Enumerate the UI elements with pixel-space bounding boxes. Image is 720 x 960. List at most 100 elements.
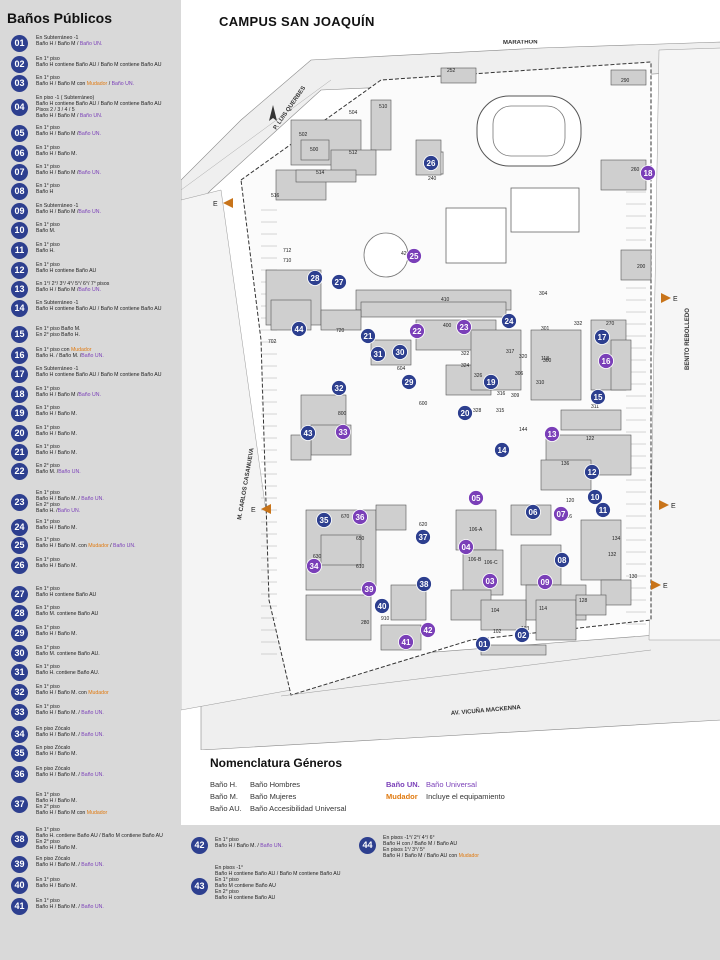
restroom-marker-16[interactable]: 16 [598, 353, 614, 369]
entry-text: En 1° piso [36, 56, 60, 62]
restroom-marker-number: 18 [644, 169, 653, 178]
restroom-marker-25[interactable]: 25 [406, 248, 422, 264]
restroom-marker-28[interactable]: 28 [307, 270, 323, 286]
entry-line: Baño H / Baño M. [36, 845, 181, 851]
restroom-details: En 1° piso Baño H [36, 183, 181, 195]
entry-text: En 1° piso [36, 605, 60, 611]
restroom-marker-04[interactable]: 04 [458, 539, 474, 555]
universal-tag: Baño UN. [79, 113, 103, 120]
restroom-marker-19[interactable]: 19 [483, 374, 499, 390]
restroom-marker-03[interactable]: 03 [482, 573, 498, 589]
restroom-marker-43[interactable]: 43 [300, 425, 316, 441]
restroom-number-badge: 09 [11, 203, 28, 220]
restroom-marker-23[interactable]: 23 [456, 319, 472, 335]
entry-text: Baño H / Baño M / [36, 209, 79, 216]
campus-building [320, 534, 362, 566]
restroom-marker-number: 01 [479, 640, 488, 649]
entry-text: Baño H / Baño M. / [36, 772, 82, 779]
restroom-number-badge: 08 [11, 183, 28, 200]
campus-map[interactable]: MARATHONAV. VICUÑA MACKENNAM. CARLOS CAS… [181, 40, 720, 750]
restroom-marker-20[interactable]: 20 [457, 405, 473, 421]
restroom-marker-36[interactable]: 36 [352, 509, 368, 525]
restroom-marker-42[interactable]: 42 [420, 622, 436, 638]
restroom-marker-39[interactable]: 39 [361, 581, 377, 597]
restroom-marker-14[interactable]: 14 [494, 442, 510, 458]
restroom-number-badge: 38 [11, 830, 28, 848]
building-number: 120 [566, 498, 575, 504]
legend-description: Baño Accesibilidad Universal [250, 804, 347, 813]
restroom-details: En 1° piso Baño H / Baño M. [36, 557, 181, 569]
restroom-marker-31[interactable]: 31 [370, 346, 386, 362]
entry-text: En 2° piso [215, 889, 239, 896]
restroom-number-badge: 12 [11, 262, 28, 279]
restroom-marker-24[interactable]: 24 [501, 313, 517, 329]
restroom-marker-27[interactable]: 27 [331, 274, 347, 290]
entry-text: En 1° piso [36, 877, 60, 883]
restroom-marker-11[interactable]: 11 [595, 502, 611, 518]
entry-text: En 1° piso [36, 164, 60, 170]
restroom-marker-22[interactable]: 22 [409, 323, 425, 339]
entry-text: Baño H contiene Baño AU [215, 895, 276, 902]
universal-tag: Baño UN. [81, 353, 104, 360]
restroom-marker-number: 11 [599, 506, 608, 515]
entry-line: Baño M. [36, 228, 181, 234]
entry-line: Baño H / Baño M / Baño UN. [36, 113, 181, 119]
entry-line: Baño H. [36, 248, 181, 254]
entry-text: Baño H / Baño M / [36, 131, 79, 138]
restroom-marker-06[interactable]: 06 [525, 504, 541, 520]
restroom-number-badge: 37 [11, 795, 28, 813]
restroom-marker-02[interactable]: 02 [514, 627, 530, 643]
restroom-marker-29[interactable]: 29 [401, 374, 417, 390]
changer-tag: Mudador [88, 690, 109, 697]
restroom-marker-40[interactable]: 40 [374, 598, 390, 614]
entry-line: Baño H / Baño M. con Mudador / Baño UN. [36, 543, 181, 549]
restroom-marker-10[interactable]: 10 [587, 489, 603, 505]
restroom-marker-number: 22 [413, 327, 422, 336]
entry-text: Baño H contiene Baño AU / Baño M contien… [36, 101, 162, 108]
restroom-marker-35[interactable]: 35 [316, 512, 332, 528]
entry-line: Baño H contiene Baño AU / Baño M contien… [36, 372, 181, 378]
entry-line: Baño H / Baño M. [36, 411, 181, 417]
entry-text: En 1° piso [36, 557, 60, 563]
restroom-marker-33[interactable]: 33 [335, 424, 351, 440]
restroom-marker-01[interactable]: 01 [475, 636, 491, 652]
restroom-marker-37[interactable]: 37 [415, 529, 431, 545]
restroom-marker-18[interactable]: 18 [640, 165, 656, 181]
restroom-marker-07[interactable]: 07 [553, 506, 569, 522]
building-number: 610 [356, 564, 365, 570]
entry-text: Baño H contiene Baño AU / Baño M contien… [215, 871, 341, 878]
universal-tag: Baño UN. [58, 469, 81, 476]
restroom-marker-41[interactable]: 41 [398, 634, 414, 650]
restroom-details: En pisos -1° Baño H contiene Baño AU / Ba… [215, 865, 385, 902]
restroom-marker-32[interactable]: 32 [331, 380, 347, 396]
entry-line: Baño H / Baño M / Baño AU con Mudador [383, 853, 553, 859]
changer-tag: Mudador [70, 347, 92, 353]
entry-text: En 1° piso [215, 837, 239, 843]
restroom-list-extra-panel: 42 En 1° piso Baño H / Baño M. / Baño UN. 4… [181, 825, 720, 960]
restroom-marker-13[interactable]: 13 [544, 426, 560, 442]
restroom-marker-21[interactable]: 21 [360, 328, 376, 344]
campus-building [480, 599, 527, 631]
entry-text: En 1° piso [36, 125, 60, 131]
entry-line: Baño H. / Baño M. /Baño UN. [36, 353, 181, 359]
restroom-marker-09[interactable]: 09 [537, 574, 553, 590]
entrance-label: E [663, 583, 668, 590]
entry-text: En 1° piso [36, 262, 60, 268]
restroom-marker-44[interactable]: 44 [291, 321, 307, 337]
restroom-marker-30[interactable]: 30 [392, 344, 408, 360]
restroom-marker-38[interactable]: 38 [416, 576, 432, 592]
building-number: 324 [461, 363, 470, 369]
restroom-marker-15[interactable]: 15 [590, 389, 606, 405]
restroom-marker-number: 15 [594, 393, 603, 402]
restroom-marker-05[interactable]: 05 [468, 490, 484, 506]
restroom-marker-12[interactable]: 12 [584, 464, 600, 480]
restroom-marker-26[interactable]: 26 [423, 155, 439, 171]
entry-text: En pisos 1°/ 3°/ 5° [383, 847, 425, 854]
building-number: 920 [181, 40, 190, 42]
universal-tag: Baño UN. [57, 508, 81, 515]
restroom-marker-17[interactable]: 17 [594, 329, 610, 345]
campus-building [620, 249, 652, 281]
restroom-details: En Subterráneo -1 Baño H / Baño M / Baño … [36, 35, 181, 47]
restroom-marker-08[interactable]: 08 [554, 552, 570, 568]
restroom-marker-34[interactable]: 34 [306, 558, 322, 574]
